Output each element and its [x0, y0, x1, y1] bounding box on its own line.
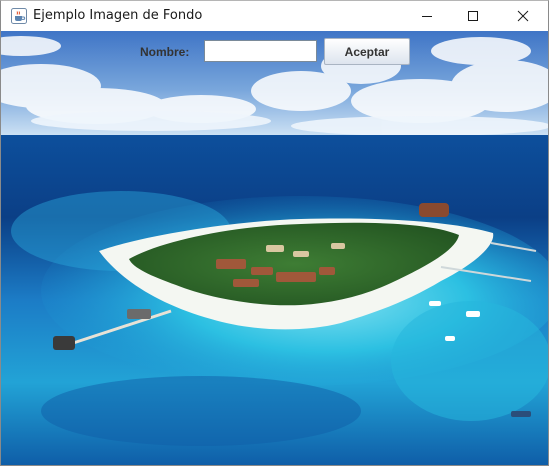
maximize-icon [468, 11, 478, 21]
accept-button[interactable]: Aceptar [324, 38, 410, 65]
content-panel: Nombre: Aceptar [1, 31, 548, 465]
minimize-icon [422, 16, 432, 17]
app-window: Ejemplo Imagen de Fondo Nombre: Aceptar [0, 0, 549, 466]
name-input[interactable] [204, 40, 317, 62]
minimize-button[interactable] [404, 1, 450, 31]
title-bar[interactable]: Ejemplo Imagen de Fondo [1, 1, 548, 31]
close-icon [517, 10, 529, 22]
window-title: Ejemplo Imagen de Fondo [33, 8, 203, 23]
maximize-button[interactable] [450, 1, 496, 31]
close-button[interactable] [500, 1, 546, 31]
island-background-image [1, 31, 548, 465]
name-label: Nombre: [140, 45, 190, 59]
java-cup-icon[interactable] [11, 8, 27, 24]
